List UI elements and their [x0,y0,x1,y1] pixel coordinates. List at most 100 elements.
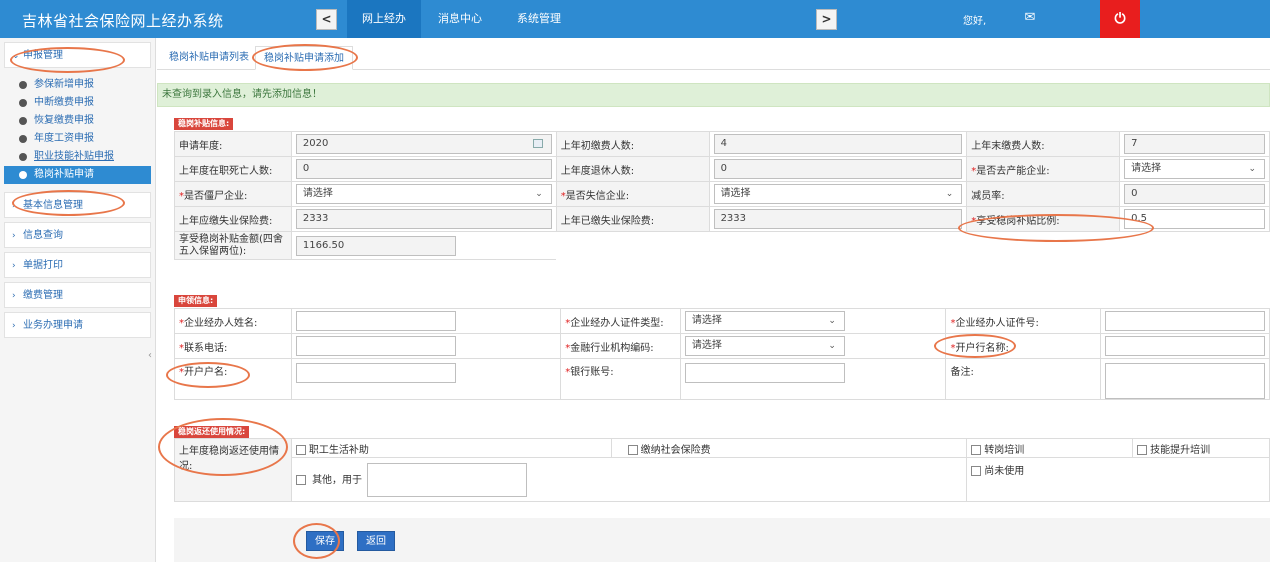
checkbox-not-used[interactable]: 尚未使用 [966,457,1270,502]
bullet-icon [19,153,27,161]
nav-prev-button[interactable]: < [316,9,337,30]
checkbox-transfer-training[interactable]: 转岗培训 [966,438,1134,458]
tab-subsidy-add[interactable]: 稳岗补贴申请添加 [255,46,353,70]
checkbox-icon [295,444,306,455]
sidebar-group-label: 申报管理 [23,50,63,61]
field-label: 上年应缴失业保险费: [179,215,273,227]
form-row: 上年应缴失业保险费: 2333 上年已缴失业保险费: 2333 *享受稳岗补贴比例: 0.… [174,206,1270,232]
reduction-rate-field: 0 [1124,184,1265,204]
info-alert: 未查询到录入信息，请先添加信息！ [157,83,1270,107]
agent-id-number-input[interactable] [1104,311,1265,331]
dishonest-enterprise-select[interactable]: 请选择 ⌄ [713,184,963,204]
field-label: 是否去产能企业: [976,165,1050,177]
tab-online-service[interactable]: 网上经办 [347,0,421,38]
prev-end-headcount-field: 7 [1124,134,1265,154]
agent-name-input[interactable] [295,311,456,331]
agent-id-type-select[interactable]: 请选择 ⌄ [684,311,845,331]
sidebar-item-annual-wage[interactable]: 年度工资申报 [4,130,155,148]
sidebar-item-skill-subsidy[interactable]: 职业技能补贴申报 [4,148,155,166]
tab-subsidy-list[interactable]: 稳岗补贴申请列表 [161,46,257,70]
field-label: 企业经办人姓名: [184,317,258,329]
chevron-down-icon: ⌄ [12,51,20,61]
field-label: 开户行名称: [955,342,1009,354]
form-row: *联系电话: *金融行业机构编码: 请选择 ⌄ *开户行名称: [174,333,1270,359]
section-title-usage: 稳岗返还使用情况: [174,426,250,438]
usage-info-table: 上年度稳岗返还使用情况: 职工生活补助 缴纳社会保险费 转岗培训 技能提升培训 … [174,438,1270,502]
zombie-enterprise-select[interactable]: 请选择 ⌄ [295,184,552,204]
bullet-icon [19,99,27,107]
form-row: *企业经办人姓名: *企业经办人证件类型: 请选择 ⌄ *企业经办人证件号: [174,308,1270,334]
form-row: 享受稳岗补贴金额(四舍五入保留两位): 1166.50 [174,231,1270,260]
greeting-text: 您好, [963,16,987,27]
bullet-icon [19,81,27,89]
phone-input[interactable] [295,336,456,356]
sidebar-group-query[interactable]: › 信息查询 [4,222,151,248]
chevron-right-icon: › [12,321,16,331]
death-count-field: 0 [295,159,552,179]
sidebar-group-print[interactable]: › 单据打印 [4,252,151,278]
power-icon[interactable]: ⏻ [1100,0,1140,38]
remark-textarea[interactable] [1104,363,1265,399]
bank-code-select[interactable]: 请选择 ⌄ [684,336,845,356]
field-label: 上年度在职死亡人数: [179,165,273,177]
capacity-reduction-select[interactable]: 请选择 ⌄ [1124,159,1265,179]
checkbox-living-subsidy[interactable]: 职工生活补助 [290,438,612,458]
bullet-icon [19,171,27,179]
other-usage-textarea[interactable] [367,462,528,497]
field-label: 开户户名: [184,367,228,378]
chevron-right-icon: › [12,201,16,211]
calendar-icon[interactable] [532,139,543,148]
chevron-down-icon: ⌄ [1248,164,1256,174]
checkbox-icon [971,444,982,455]
due-unemployment-fee-field: 2333 [295,209,552,229]
checkbox-icon [971,466,982,476]
checkbox-social-insurance[interactable]: 缴纳社会保险费 [610,438,968,458]
field-label: 上年度退休人数: [560,165,635,177]
form-row: *是否僵尸企业: 请选择 ⌄ *是否失信企业: 请选择 ⌄ 减员率: 0 [174,181,1270,207]
bank-account-input[interactable] [684,363,845,383]
field-label: 企业经办人证件类型: [570,317,664,329]
checkbox-other[interactable] [295,474,306,485]
mail-icon[interactable]: ✉ [1010,0,1050,38]
app-title: 吉林省社会保险网上经办系统 [22,12,224,30]
save-button[interactable]: 保存 [306,531,344,551]
chevron-right-icon: › [12,231,16,241]
chevron-down-icon: ⌄ [945,189,954,199]
page-tabs: 稳岗补贴申请列表 稳岗补贴申请添加 [157,46,1270,70]
checkbox-icon [627,444,638,455]
other-label: 其他，用于 [312,474,363,486]
field-label: 申请年度: [179,140,223,152]
top-bar: 吉林省社会保险网上经办系统 < 网上经办 消息中心 系统管理 > 您好, ✉ ⏻ [0,0,1270,38]
sidebar-group-basic-info[interactable]: › 基本信息管理 [4,192,151,218]
bank-name-input[interactable] [1104,336,1265,356]
field-label: 上年末缴费人数: [971,140,1045,152]
sidebar-item-enroll[interactable]: 参保新增申报 [4,76,155,94]
bullet-icon [19,117,27,125]
account-name-input[interactable] [295,363,456,383]
field-label: 金融行业机构编码: [570,342,654,354]
sidebar-item-stable-job-subsidy[interactable]: 稳岗补贴申请 [4,166,151,184]
field-label: 企业经办人证件号: [955,317,1039,329]
back-button[interactable]: 返回 [357,531,395,551]
sidebar-group-business[interactable]: › 业务办理申请 [4,312,151,338]
usage-label: 上年度稳岗返还使用情况: [174,438,292,502]
sidebar-group-declare[interactable]: ⌄ 申报管理 [4,42,151,68]
field-label: 联系电话: [184,342,228,354]
chevron-right-icon: › [12,261,16,271]
nav-next-button[interactable]: > [816,9,837,30]
sidebar-item-suspend[interactable]: 中断缴费申报 [4,94,155,112]
subsidy-ratio-input[interactable]: 0.5 [1124,209,1265,229]
applicant-info-table: *企业经办人姓名: *企业经办人证件类型: 请选择 ⌄ *企业经办人证件号: *联系电话:… [174,308,1270,400]
sidebar-item-resume[interactable]: 恢复缴费申报 [4,112,155,130]
checkbox-skill-training[interactable]: 技能提升培训 [1132,438,1270,458]
retire-count-field: 0 [713,159,963,179]
section-title-applicant: 申领信息: [174,295,218,307]
tab-message-center[interactable]: 消息中心 [423,0,497,38]
sidebar-collapse-icon[interactable]: ‹ [148,350,152,361]
apply-year-field[interactable]: 2020 [295,134,552,154]
tab-system-management[interactable]: 系统管理 [502,0,576,38]
sidebar-group-payment[interactable]: › 缴费管理 [4,282,151,308]
field-label: 减员率: [971,190,1005,202]
sidebar: ⌄ 申报管理 参保新增申报 中断缴费申报 恢复缴费申报 年度工资申报 职业技能补… [0,38,156,562]
form-footer: 保存 返回 [174,518,1270,562]
